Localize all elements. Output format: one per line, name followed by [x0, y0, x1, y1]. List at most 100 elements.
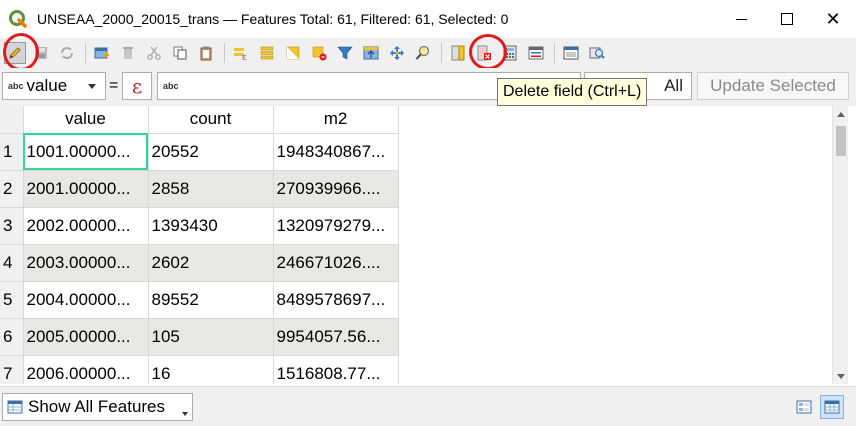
delete-field-button[interactable] — [473, 42, 495, 64]
reload-button[interactable] — [56, 42, 78, 64]
cell-count[interactable]: 89552 — [148, 281, 274, 319]
cell-count[interactable]: 20552 — [148, 133, 274, 171]
deselect-icon — [312, 46, 327, 61]
window-title: UNSEAA_2000_20015_trans — Features Total… — [37, 11, 509, 27]
cell-m2[interactable]: 1320979279... — [273, 207, 399, 245]
zoom-to-selection-button[interactable] — [412, 42, 434, 64]
field-selector-combo[interactable]: abc value — [2, 72, 106, 100]
show-all-features-button[interactable]: Show All Features — [2, 393, 193, 421]
toolbar-separator — [85, 43, 86, 63]
add-feature-button[interactable] — [91, 42, 113, 64]
table-row[interactable]: 4 2003.00000... 2602 246671026.... — [0, 244, 399, 282]
window-controls: ✕ — [718, 0, 856, 38]
pencil-icon — [9, 47, 21, 59]
invert-selection-icon — [286, 46, 300, 60]
column-header-m2[interactable]: m2 — [273, 106, 399, 134]
paste-button[interactable] — [195, 42, 217, 64]
move-top-icon — [363, 46, 379, 60]
conditional-formatting-button[interactable] — [525, 42, 547, 64]
row-number[interactable]: 5 — [0, 281, 24, 319]
table-view-icon — [7, 400, 23, 414]
row-number[interactable]: 2 — [0, 170, 24, 208]
save-edits-button[interactable] — [30, 42, 52, 64]
cell-value[interactable]: 2006.00000... — [23, 355, 149, 384]
table-row[interactable]: 1 1001.00000... 20552 1948340867... — [0, 133, 399, 171]
cell-value[interactable]: 2004.00000... — [23, 281, 149, 319]
scroll-up-arrow-icon[interactable] — [833, 106, 849, 122]
row-number[interactable]: 4 — [0, 244, 24, 282]
string-type-icon: abc — [163, 81, 179, 91]
pan-icon — [390, 46, 404, 60]
cell-m2[interactable]: 246671026.... — [273, 244, 399, 282]
cut-button[interactable] — [143, 42, 165, 64]
copy-button[interactable] — [169, 42, 191, 64]
string-type-icon: abc — [8, 81, 24, 91]
cell-count[interactable]: 105 — [148, 318, 274, 356]
update-selected-button[interactable]: Update Selected — [697, 72, 849, 100]
cell-value[interactable]: 1001.00000... — [23, 133, 149, 171]
maximize-button[interactable] — [764, 0, 810, 38]
cell-m2[interactable]: 1516808.77... — [273, 355, 399, 384]
delete-feature-button[interactable] — [117, 42, 139, 64]
funnel-icon — [337, 46, 353, 60]
move-selection-top-button[interactable] — [360, 42, 382, 64]
cell-value[interactable]: 2005.00000... — [23, 318, 149, 356]
cell-value[interactable]: 2003.00000... — [23, 244, 149, 282]
form-view-button[interactable] — [792, 395, 816, 419]
field-selector-value: value — [26, 76, 68, 95]
filter-select-button[interactable] — [334, 42, 356, 64]
form-view-icon — [796, 400, 812, 414]
table-row[interactable]: 6 2005.00000... 105 9954057.56... — [0, 318, 399, 356]
new-field-button[interactable] — [447, 42, 469, 64]
expression-builder-button[interactable]: ε — [122, 72, 152, 100]
toggle-editing-button[interactable] — [4, 42, 26, 64]
corner-select-all[interactable] — [0, 106, 24, 134]
attribute-table: value count m2 1 1001.00000... 20552 194… — [0, 106, 832, 384]
table-view-button[interactable] — [820, 395, 844, 419]
actions-button[interactable] — [586, 42, 608, 64]
cell-count[interactable]: 2602 — [148, 244, 274, 282]
row-number[interactable]: 3 — [0, 207, 24, 245]
deselect-all-button[interactable] — [308, 42, 330, 64]
close-button[interactable]: ✕ — [810, 0, 856, 38]
refresh-icon — [61, 47, 73, 59]
invert-selection-button[interactable] — [282, 42, 304, 64]
cell-count[interactable]: 16 — [148, 355, 274, 384]
cell-m2[interactable]: 270939966.... — [273, 170, 399, 208]
column-header-value[interactable]: value — [23, 106, 149, 134]
select-all-button[interactable] — [256, 42, 278, 64]
cell-count[interactable]: 2858 — [148, 170, 274, 208]
select-by-expression-button[interactable]: ε — [230, 42, 252, 64]
field-calculator-button[interactable] — [499, 42, 521, 64]
dock-table-button[interactable] — [560, 42, 582, 64]
table-row[interactable]: 3 2002.00000... 1393430 1320979279... — [0, 207, 399, 245]
cell-m2[interactable]: 9954057.56... — [273, 318, 399, 356]
vertical-scrollbar[interactable] — [832, 106, 848, 384]
magnifier-icon — [415, 45, 430, 60]
cell-value[interactable]: 2001.00000... — [23, 170, 149, 208]
copy-icon — [173, 46, 187, 60]
pan-to-selection-button[interactable] — [386, 42, 408, 64]
column-header-count[interactable]: count — [148, 106, 274, 134]
conditional-format-icon — [528, 46, 544, 60]
svg-text:ε: ε — [242, 53, 247, 61]
attribute-grid: value count m2 1 1001.00000... 20552 194… — [0, 106, 399, 384]
row-number[interactable]: 1 — [0, 133, 24, 171]
cell-m2[interactable]: 1948340867... — [273, 133, 399, 171]
select-all-icon — [260, 46, 274, 60]
cell-count[interactable]: 1393430 — [148, 207, 274, 245]
chevron-down-icon — [88, 84, 96, 89]
cell-value[interactable]: 2002.00000... — [23, 207, 149, 245]
table-row[interactable]: 5 2004.00000... 89552 8489578697... — [0, 281, 399, 319]
title-bar: UNSEAA_2000_20015_trans — Features Total… — [0, 0, 856, 38]
scroll-down-arrow-icon[interactable] — [833, 368, 849, 384]
row-number[interactable]: 6 — [0, 318, 24, 356]
table-row[interactable]: 7 2006.00000... 16 1516808.77... — [0, 355, 399, 384]
cell-m2[interactable]: 8489578697... — [273, 281, 399, 319]
minimize-button[interactable] — [718, 0, 764, 38]
clipboard-icon — [200, 46, 212, 61]
row-number[interactable]: 7 — [0, 355, 24, 384]
scrollbar-thumb[interactable] — [836, 126, 846, 156]
table-row[interactable]: 2 2001.00000... 2858 270939966.... — [0, 170, 399, 208]
toolbar-separator — [224, 43, 225, 63]
